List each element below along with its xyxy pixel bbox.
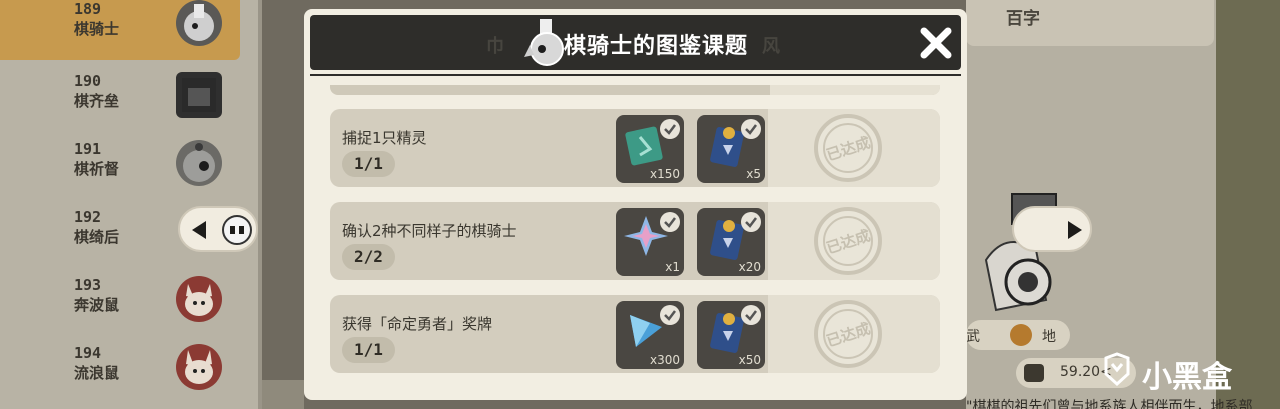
type-label-right: 地	[1042, 329, 1056, 345]
claimed-check-icon	[660, 119, 680, 139]
monster-list-panel: 189 棋骑士 190 棋齐垒 191 棋祈督 192 棋绮后 193 奔波鼠 …	[0, 0, 262, 409]
arrow-right-icon	[1068, 221, 1082, 239]
monster-number: 190	[74, 72, 102, 90]
claimed-check-icon	[660, 305, 680, 325]
bishop-icon	[176, 140, 222, 186]
monster-list-item[interactable]: 190 棋齐垒	[0, 66, 240, 132]
rodent-icon	[176, 344, 222, 390]
task-description: 捕捉1只精灵	[342, 129, 427, 147]
reward-quantity: x5	[746, 167, 761, 181]
monster-description: "棋棋的祖先们曾与地系族人相伴而生，地系部	[966, 399, 1253, 409]
header-underline	[310, 74, 961, 76]
queen-icon	[222, 215, 252, 245]
completed-stamp: 已达成	[814, 114, 882, 182]
task-progress: 1/1	[342, 151, 395, 177]
background-strip	[262, 380, 304, 409]
claim-area	[770, 85, 940, 95]
monster-name: 棋齐垒	[74, 92, 120, 110]
monster-name: 棋骑士	[74, 20, 120, 38]
detail-panel-edge	[1216, 0, 1280, 409]
reward-quantity: x150	[649, 167, 680, 181]
reward-item[interactable]: x150	[616, 115, 684, 183]
task-description: 获得「命定勇者」奖牌	[342, 315, 493, 333]
type-label-left: 武	[966, 329, 980, 345]
detail-top-tab: 百字	[966, 0, 1214, 46]
task-row: 获得「命定勇者」奖牌 1/1 x300 x50 已达成	[330, 295, 940, 373]
monster-name: 棋祈督	[74, 160, 120, 178]
ground-type-icon	[1010, 324, 1032, 346]
reward-quantity: x1	[665, 260, 680, 274]
claimed-check-icon	[741, 119, 761, 139]
header-ghost-text: 巾	[486, 36, 504, 57]
weight-icon	[1024, 364, 1044, 382]
close-icon[interactable]	[918, 25, 954, 61]
type-badges: 武 地	[966, 320, 1070, 350]
next-monster-button[interactable]	[1012, 206, 1092, 252]
claimed-check-icon	[660, 212, 680, 232]
prev-monster-button[interactable]	[178, 206, 258, 252]
reward-item[interactable]: x300	[616, 301, 684, 369]
watermark-text: 小黑盒	[1142, 360, 1232, 395]
task-progress: 2/2	[342, 244, 395, 270]
reward-quantity: x20	[738, 260, 761, 274]
claimed-check-icon	[741, 212, 761, 232]
task-row: 捕捉1只精灵 1/1 x150 x5 已达成	[330, 109, 940, 187]
rodent-icon	[176, 276, 222, 322]
monster-number: 191	[74, 140, 102, 158]
modal-header: 巾 风 棋骑士的图鉴课题	[310, 15, 961, 76]
modal-title: 棋骑士的图鉴课题	[564, 34, 749, 59]
header-ghost-text: 风	[762, 36, 780, 57]
monster-name: 流浪鼠	[74, 364, 120, 382]
castle-icon	[176, 72, 222, 118]
monster-name: 奔波鼠	[74, 296, 120, 314]
handbook-task-modal: 巾 风 棋骑士的图鉴课题 x1 x1 x20 捕捉1只精灵 1/1	[304, 9, 967, 400]
list-divider	[258, 0, 262, 409]
detail-top-tab-label: 百字	[1006, 9, 1040, 29]
task-row: 确认2种不同样子的棋骑士 2/2 x1 x20 已达成	[330, 202, 940, 280]
monster-list-item[interactable]: 189 棋骑士	[0, 0, 240, 60]
reward-item[interactable]: x5	[697, 115, 765, 183]
reward-quantity: x300	[649, 353, 680, 367]
completed-stamp: 已达成	[814, 207, 882, 275]
task-row-partial: x1 x1 x20	[330, 85, 940, 95]
monster-name: 棋绮后	[74, 228, 120, 246]
reward-quantity: x50	[738, 353, 761, 367]
reward-item[interactable]: x20	[697, 208, 765, 276]
knight-icon	[176, 0, 222, 46]
monster-number: 193	[74, 276, 102, 294]
task-progress: 1/1	[342, 337, 395, 363]
monster-number: 194	[74, 344, 102, 362]
heybox-logo-icon	[1104, 352, 1130, 386]
monster-number: 189	[74, 0, 102, 18]
monster-list-item[interactable]: 193 奔波鼠	[0, 270, 240, 336]
monster-number: 192	[74, 208, 102, 226]
claimed-check-icon	[741, 305, 761, 325]
reward-item[interactable]: x1	[616, 208, 684, 276]
task-description: 确认2种不同样子的棋骑士	[342, 222, 517, 240]
monster-list-item[interactable]: 194 流浪鼠	[0, 338, 240, 404]
monster-list-item[interactable]: 191 棋祈督	[0, 134, 240, 200]
task-list[interactable]: x1 x1 x20 捕捉1只精灵 1/1 x150	[330, 85, 950, 400]
completed-stamp: 已达成	[814, 300, 882, 368]
reward-item[interactable]: x50	[697, 301, 765, 369]
watermark: 小黑盒	[1100, 350, 1250, 395]
arrow-left-icon	[192, 221, 206, 239]
